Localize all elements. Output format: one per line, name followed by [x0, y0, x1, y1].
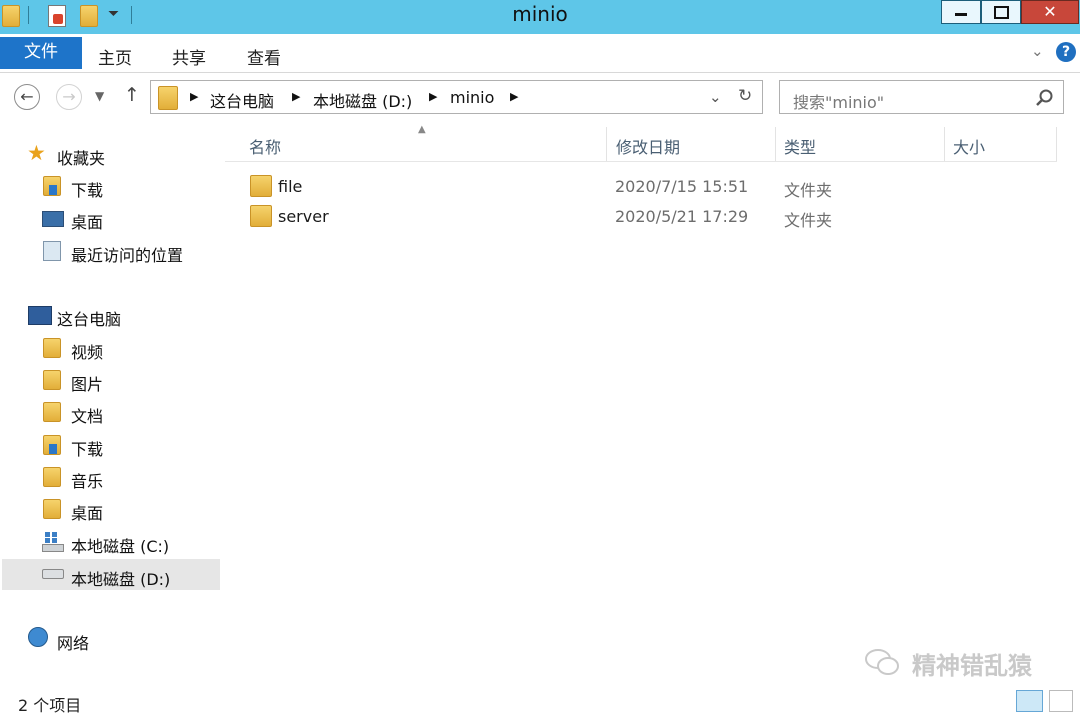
minimize-button[interactable] — [941, 0, 981, 24]
drive-c-icon — [42, 532, 64, 552]
column-divider[interactable] — [1056, 127, 1057, 162]
breadcrumb-minio[interactable]: minio — [450, 88, 494, 107]
music-folder-icon — [43, 467, 61, 487]
computer-icon — [28, 306, 52, 325]
file-type: 文件夹 — [784, 211, 833, 230]
tab-view[interactable]: 查看 — [247, 44, 281, 69]
pictures-folder-icon — [43, 370, 61, 390]
folder-icon — [158, 86, 178, 110]
window-title: minio — [512, 2, 568, 26]
star-icon: ★ — [27, 141, 46, 165]
sort-ascending-icon: ▲ — [418, 124, 426, 135]
up-button[interactable]: ↑ — [124, 84, 140, 106]
table-row[interactable]: file 2020/7/15 15:51 文件夹 — [240, 171, 840, 200]
file-modified: 2020/7/15 15:51 — [615, 177, 749, 196]
recent-places-icon — [43, 241, 61, 261]
header-divider — [225, 161, 1057, 162]
search-input[interactable]: 搜索"minio" — [779, 80, 1064, 114]
nav-recent-places[interactable]: 最近访问的位置 — [71, 242, 183, 266]
nav-music[interactable]: 音乐 — [71, 468, 103, 492]
table-row[interactable]: server 2020/5/21 17:29 文件夹 — [240, 201, 840, 230]
breadcrumb-separator-icon[interactable]: ▶ — [510, 90, 518, 103]
file-modified: 2020/5/21 17:29 — [615, 207, 749, 226]
breadcrumb-separator-icon[interactable]: ▶ — [292, 90, 300, 103]
column-header-name[interactable]: 名称 — [249, 134, 281, 158]
column-header-type[interactable]: 类型 — [784, 134, 816, 158]
nav-pictures[interactable]: 图片 — [71, 371, 103, 395]
search-placeholder: 搜索"minio" — [793, 93, 885, 112]
close-button[interactable]: ✕ — [1021, 0, 1079, 24]
network-icon — [28, 627, 48, 647]
drive-d-icon — [42, 569, 64, 579]
nav-downloads[interactable]: 下载 — [71, 177, 103, 201]
watermark: 精神错乱猿 — [912, 652, 1032, 680]
status-item-count: 2 个项目 — [18, 696, 82, 715]
folder-icon — [250, 205, 272, 227]
tab-file[interactable]: 文件 — [0, 37, 82, 69]
search-icon[interactable] — [1036, 89, 1054, 107]
breadcrumb-separator-icon[interactable]: ▶ — [429, 90, 437, 103]
breadcrumb-this-pc[interactable]: 这台电脑 — [210, 88, 274, 112]
ribbon — [0, 34, 1080, 73]
videos-folder-icon — [43, 338, 61, 358]
nav-desktop[interactable]: 桌面 — [71, 209, 103, 233]
nav-desktop-pc[interactable]: 桌面 — [71, 500, 103, 524]
refresh-icon[interactable]: ↻ — [738, 86, 752, 106]
wechat-icon — [865, 649, 899, 675]
column-divider[interactable] — [944, 127, 945, 162]
nav-drive-d[interactable]: 本地磁盘 (D:) — [71, 566, 170, 590]
desktop-folder-icon — [43, 499, 61, 519]
documents-folder-icon — [43, 402, 61, 422]
breadcrumb-separator-icon[interactable]: ▶ — [190, 90, 198, 103]
folder-icon — [250, 175, 272, 197]
nav-favorites[interactable]: 收藏夹 — [57, 145, 105, 169]
nav-downloads-pc[interactable]: 下载 — [71, 436, 103, 460]
back-button[interactable]: ← — [14, 84, 40, 110]
nav-this-pc[interactable]: 这台电脑 — [57, 306, 121, 330]
expand-ribbon-icon[interactable]: ⌄ — [1031, 42, 1044, 60]
address-history-icon[interactable]: ⌄ — [709, 88, 722, 106]
column-divider[interactable] — [606, 127, 607, 162]
forward-button[interactable]: → — [56, 84, 82, 110]
tab-home[interactable]: 主页 — [98, 44, 132, 69]
column-header-modified[interactable]: 修改日期 — [616, 134, 680, 158]
downloads-folder-icon — [43, 176, 61, 196]
nav-network[interactable]: 网络 — [57, 630, 89, 654]
downloads-folder-icon — [43, 435, 61, 455]
file-type: 文件夹 — [784, 181, 833, 200]
help-icon[interactable]: ? — [1056, 42, 1076, 62]
file-name: server — [278, 207, 329, 226]
file-name: file — [278, 177, 303, 196]
desktop-icon — [42, 211, 64, 227]
nav-videos[interactable]: 视频 — [71, 339, 103, 363]
nav-documents[interactable]: 文档 — [71, 403, 103, 427]
column-header-size[interactable]: 大小 — [953, 134, 985, 158]
recent-locations-icon[interactable]: ▼ — [95, 89, 104, 103]
breadcrumb-drive-d[interactable]: 本地磁盘 (D:) — [313, 88, 412, 112]
nav-drive-c[interactable]: 本地磁盘 (C:) — [71, 533, 169, 557]
tab-share[interactable]: 共享 — [172, 44, 206, 69]
maximize-button[interactable] — [981, 0, 1021, 24]
column-divider[interactable] — [775, 127, 776, 162]
